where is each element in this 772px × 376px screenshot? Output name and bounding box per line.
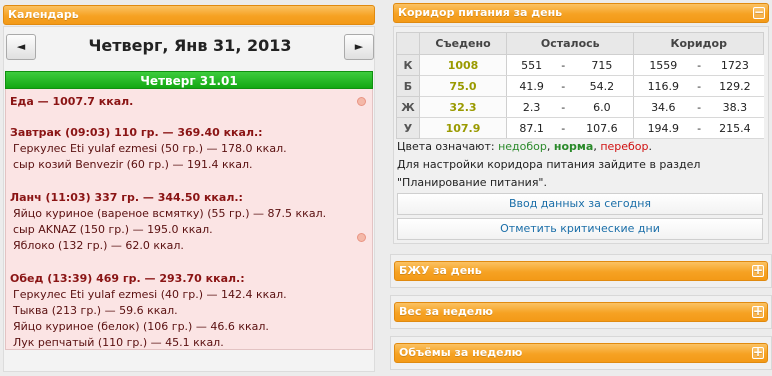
dash: - (556, 75, 571, 97)
corr-min: 34.6 (633, 96, 693, 118)
arrow-left-icon: ◄ (16, 40, 26, 53)
food-item: Геркулес Eti yulaf ezmesi (50 гр.) — 178… (13, 142, 287, 155)
expand-icon[interactable]: + (752, 305, 764, 318)
corr-min: 1559 (633, 54, 693, 76)
dash: - (556, 96, 571, 118)
day-food-log: Еда — 1007.7 ккал. Завтрак (09:03) 110 г… (5, 89, 373, 350)
legend-norm: норма (553, 140, 594, 153)
col-corridor: Коридор (633, 32, 764, 55)
eaten-value: 107.9 (419, 117, 507, 139)
legend-under: недобор (498, 140, 547, 153)
weight-header[interactable]: Вес за неделю + (394, 302, 768, 322)
volumes-header[interactable]: Объёмы за неделю + (394, 343, 768, 363)
corr-max: 1723 (706, 54, 764, 76)
critical-days-button[interactable]: Отметить критические дни (397, 218, 763, 240)
dash: - (692, 54, 707, 76)
collapse-icon[interactable]: − (753, 6, 765, 19)
food-item: Геркулес Eti yulaf ezmesi (40 гр.) — 142… (13, 288, 287, 301)
meal-dinner: Обед (13:39) 469 гр. — 293.70 ккал.: (10, 272, 245, 285)
eaten-value: 32.3 (419, 96, 507, 118)
calendar-panel: Календарь ◄ Четверг, Янв 31, 2013 ► Четв… (0, 0, 378, 376)
apple-icon (357, 233, 366, 242)
arrow-right-icon: ► (354, 40, 364, 53)
enter-data-button[interactable]: Ввод данных за сегодня (397, 193, 763, 215)
left-min: 41.9 (506, 75, 557, 97)
left-max: 107.6 (570, 117, 634, 139)
next-day-button[interactable]: ► (344, 34, 374, 60)
section-bju: БЖУ за день + (390, 254, 772, 288)
col-left: Осталось (505, 32, 635, 55)
corner-cell (396, 32, 420, 55)
food-item: Яйцо куриное (вареное всмятку) (55 гр.) … (13, 207, 327, 220)
corr-min: 116.9 (633, 75, 693, 97)
corridor-table: Съедено Осталось Коридор К 1008 551 - 71… (396, 32, 764, 139)
left-min: 87.1 (506, 117, 557, 139)
corr-max: 38.3 (706, 96, 764, 118)
corr-max: 215.4 (706, 117, 764, 139)
legend-end: . (648, 140, 653, 153)
food-item: Лук репчатый (110 гр.) — 45.1 ккал. (13, 336, 224, 349)
prev-day-button[interactable]: ◄ (6, 34, 36, 60)
row-label: Ж (396, 96, 420, 118)
left-min: 551 (506, 54, 557, 76)
calendar-title: Календарь (8, 8, 79, 21)
corridor-panel: Коридор питания за день − Съедено Остало… (390, 0, 772, 376)
food-item: сыр козий Benvezir (60 гр.) — 191.4 ккал… (13, 158, 253, 171)
food-item: Яблоко (132 гр.) — 62.0 ккал. (13, 239, 184, 252)
row-label: Б (396, 75, 420, 97)
corridor-header[interactable]: Коридор питания за день − (393, 3, 769, 23)
table-row: У 107.9 87.1 - 107.6 194.9 - 215.4 (396, 117, 764, 139)
left-max: 54.2 (570, 75, 634, 97)
eaten-value: 75.0 (419, 75, 507, 97)
food-item: Тыква (213 гр.) — 59.6 ккал. (13, 304, 178, 317)
dash: - (556, 54, 571, 76)
left-max: 6.0 (570, 96, 634, 118)
col-eaten: Съедено (419, 32, 507, 55)
row-label: К (396, 54, 420, 76)
expand-icon[interactable]: + (752, 264, 764, 277)
row-label: У (396, 117, 420, 139)
section-weight: Вес за неделю + (390, 295, 772, 329)
weight-title: Вес за неделю (399, 305, 493, 318)
corridor-title: Коридор питания за день (398, 6, 563, 19)
apple-icon (357, 97, 366, 106)
dash: - (692, 117, 707, 139)
date-title: Четверг, Янв 31, 2013 (88, 36, 292, 55)
bju-title: БЖУ за день (399, 264, 482, 277)
corr-min: 194.9 (633, 117, 693, 139)
dash: - (692, 75, 707, 97)
day-header: Четверг 31.01 (5, 71, 373, 89)
food-item: Яйцо куриное (белок) (106 гр.) — 46.6 кк… (13, 320, 269, 333)
dash: - (556, 117, 571, 139)
settings-note: Для настройки коридора питания зайдите в… (397, 158, 701, 171)
calendar-header[interactable]: Календарь (3, 5, 375, 25)
legend-prefix: Цвета означают: (397, 140, 499, 153)
eaten-value: 1008 (419, 54, 507, 76)
corr-max: 129.2 (706, 75, 764, 97)
section-volumes: Объёмы за неделю + (390, 336, 772, 370)
color-legend: Цвета означают: недобор, норма, перебор. (397, 140, 652, 154)
table-row: К 1008 551 - 715 1559 - 1723 (396, 54, 764, 76)
left-max: 715 (570, 54, 634, 76)
legend-sep: , (546, 140, 554, 153)
table-row: Б 75.0 41.9 - 54.2 116.9 - 129.2 (396, 75, 764, 97)
meal-lunch: Ланч (11:03) 337 гр. — 344.50 ккал.: (10, 191, 243, 204)
corridor-body: Съедено Осталось Коридор К 1008 551 - 71… (393, 26, 769, 244)
legend-over: перебор (600, 140, 649, 153)
food-total: Еда — 1007.7 ккал. (10, 95, 134, 108)
bju-header[interactable]: БЖУ за день + (394, 261, 768, 281)
settings-note-link: "Планирование питания". (397, 176, 547, 189)
left-min: 2.3 (506, 96, 557, 118)
food-item: сыр AKNAZ (150 гр.) — 195.0 ккал. (13, 223, 213, 236)
table-row: Ж 32.3 2.3 - 6.0 34.6 - 38.3 (396, 96, 764, 118)
meal-breakfast: Завтрак (09:03) 110 гр. — 369.40 ккал.: (10, 126, 263, 139)
expand-icon[interactable]: + (752, 346, 764, 359)
dash: - (692, 96, 707, 118)
volumes-title: Объёмы за неделю (399, 346, 523, 359)
